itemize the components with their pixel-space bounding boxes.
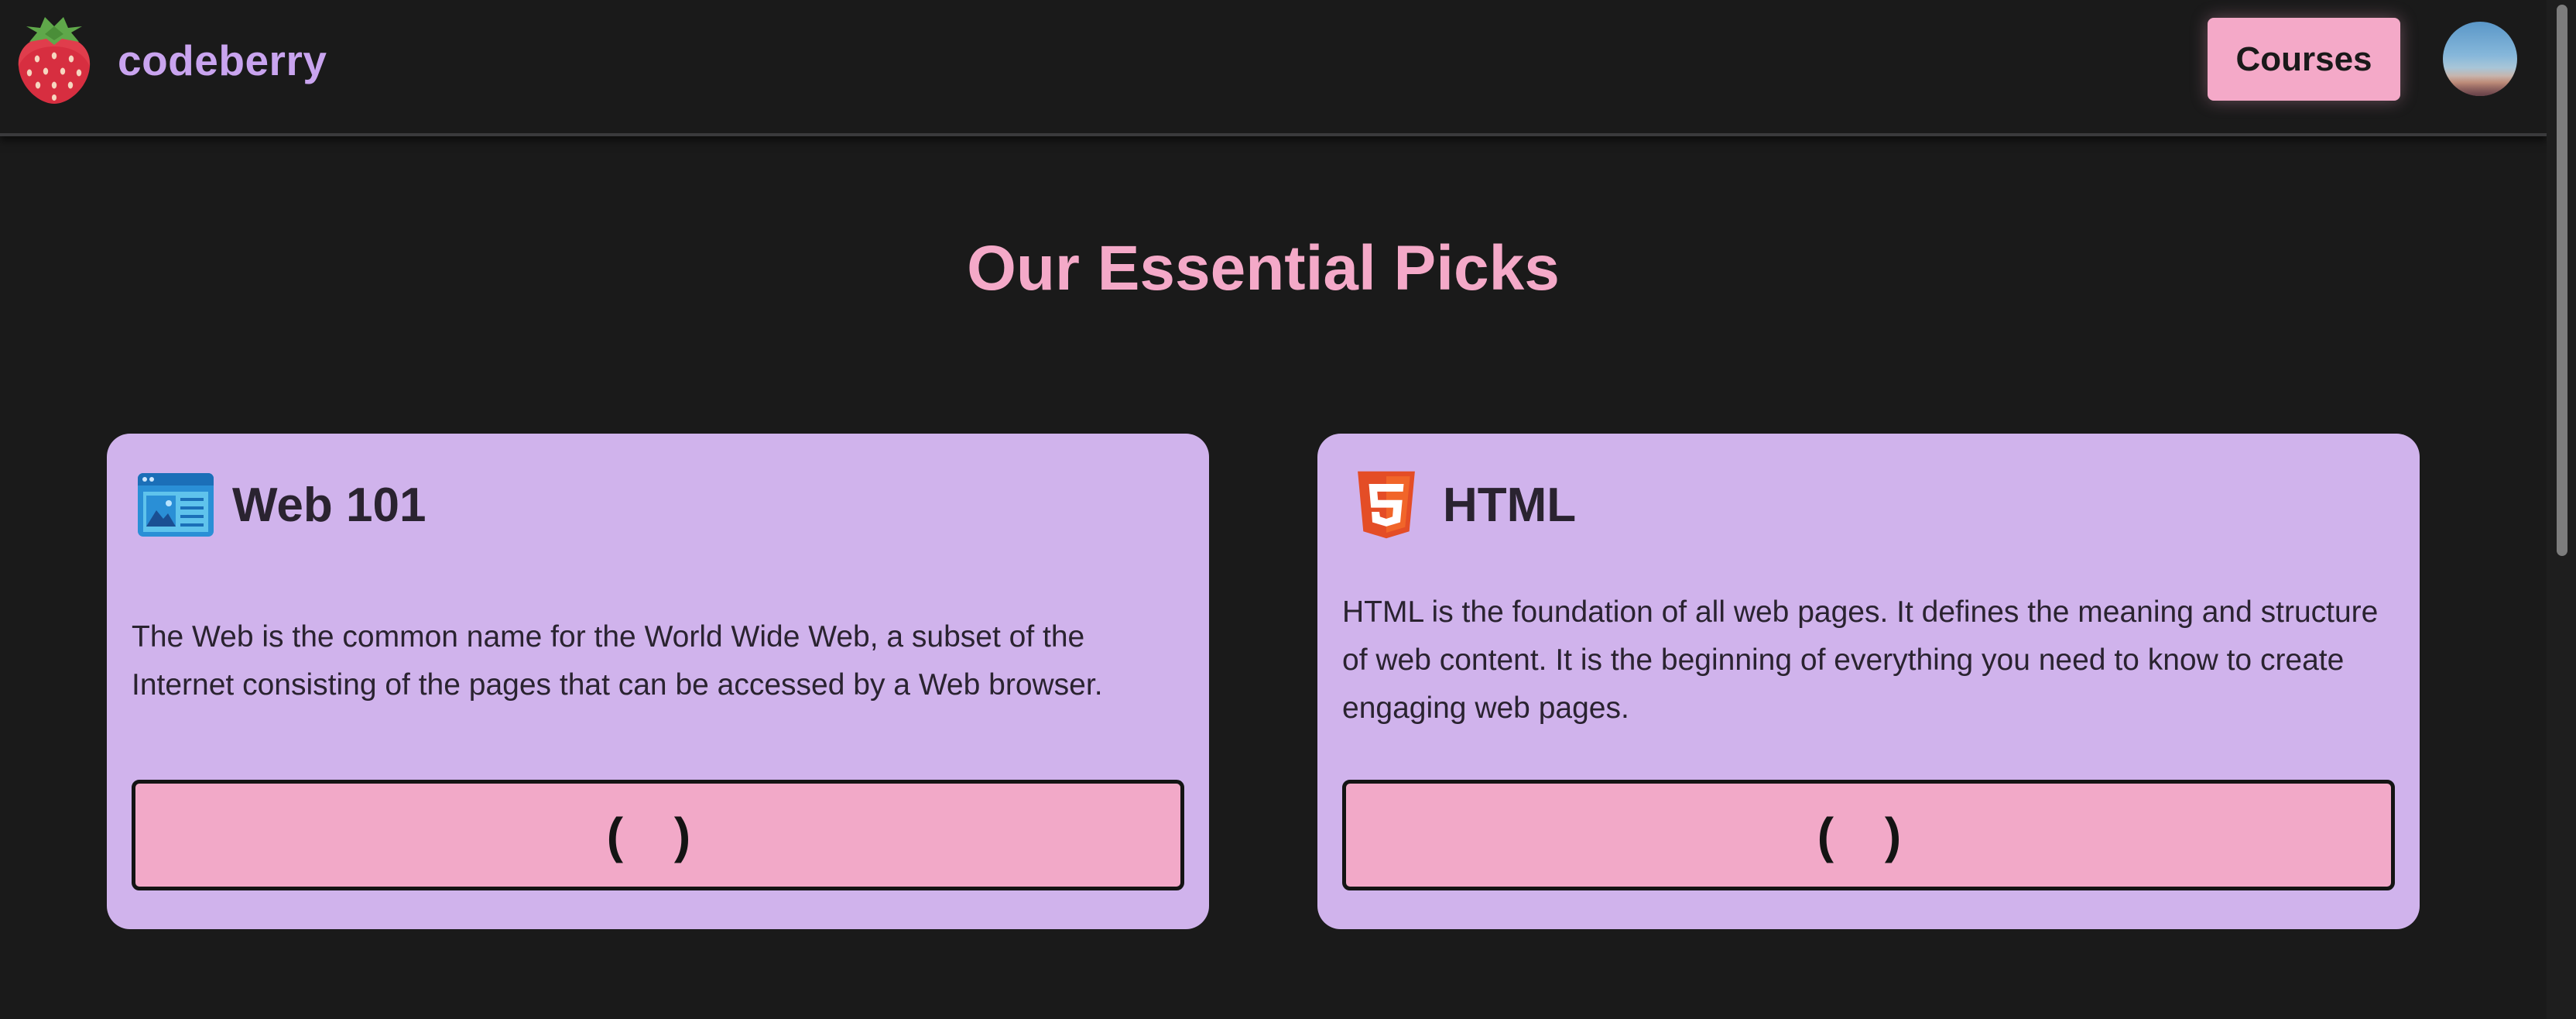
card-action-button[interactable]: ( )	[132, 780, 1184, 890]
html5-icon	[1358, 471, 1415, 539]
section-title: Our Essential Picks	[967, 233, 1560, 304]
brand-name: codeberry	[118, 36, 327, 84]
brand-link[interactable]: codeberry	[14, 15, 327, 105]
course-card-html: HTML HTML is the foundation of all web p…	[1317, 434, 2420, 929]
card-title: HTML	[1443, 478, 1577, 532]
courses-button[interactable]: Courses	[2208, 18, 2400, 101]
card-description: The Web is the common name for the World…	[132, 620, 1103, 702]
page: codeberry Courses Our Essential Picks We…	[0, 0, 2576, 1019]
card-title: Web 101	[232, 478, 426, 532]
card-action-button[interactable]: ( )	[1342, 780, 2395, 890]
strawberry-icon	[18, 17, 91, 104]
card-description: HTML is the foundation of all web pages.…	[1342, 595, 2379, 725]
course-card-web101: Web 101 The Web is the common name for t…	[107, 434, 1209, 929]
user-avatar[interactable]	[2443, 22, 2517, 96]
top-navbar: codeberry Courses	[0, 0, 2547, 136]
card-header: HTML	[1347, 466, 1576, 544]
web-page-icon	[138, 473, 214, 537]
scrollbar-thumb[interactable]	[2557, 5, 2567, 556]
card-header: Web 101	[136, 466, 426, 544]
